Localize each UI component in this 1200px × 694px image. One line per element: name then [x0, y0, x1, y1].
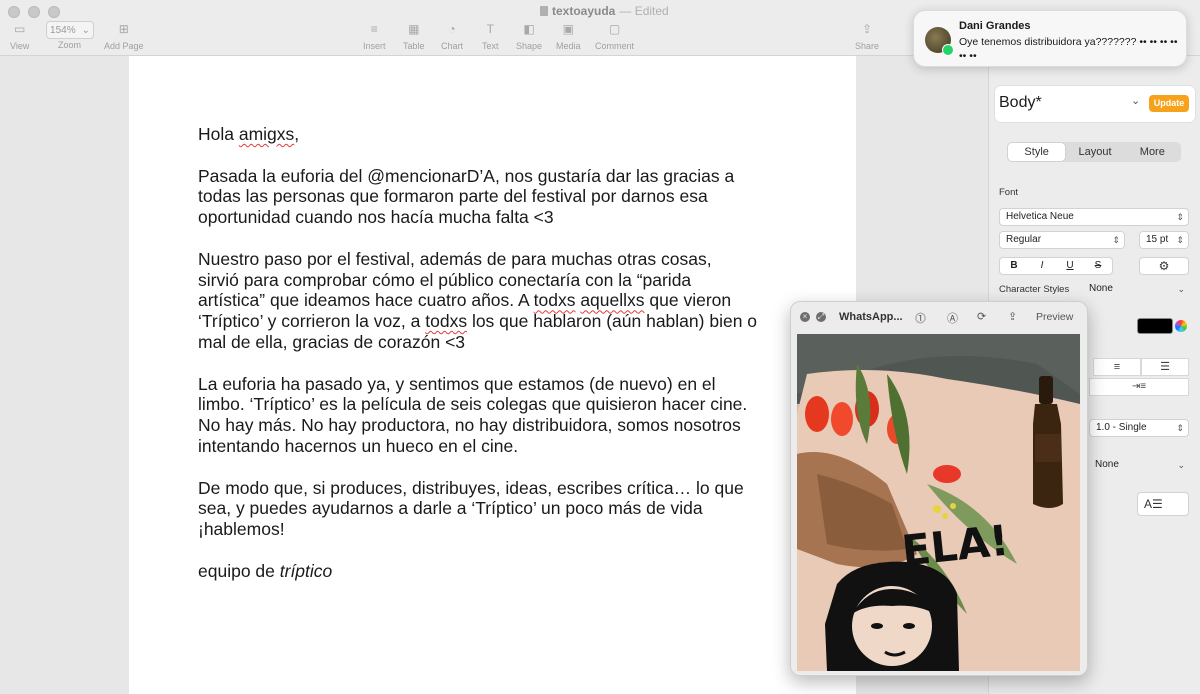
text-color-well[interactable] — [1137, 318, 1173, 334]
annotate-icon[interactable]: Ⓐ — [947, 310, 958, 326]
paragraph-3: La euforia ha pasado ya, y sentimos que … — [198, 373, 748, 456]
media-icon: ▣ — [562, 22, 574, 36]
notification-message: Oye tenemos distribuidora ya??????? •• •… — [959, 36, 1178, 62]
misspelled-word[interactable]: aquellxs — [580, 290, 644, 310]
close-window-button[interactable] — [8, 6, 20, 18]
share-button[interactable]: ⇪ Share — [855, 22, 879, 51]
chevron-down-icon: ⌄ — [1177, 284, 1185, 294]
justify-button[interactable]: ☰ — [1141, 358, 1189, 376]
paragraph-2: Nuestro paso por el festival, además de … — [198, 248, 758, 352]
markup-icon[interactable]: ⓵ — [915, 310, 926, 326]
paragraph-greeting: Hola amigxs, — [198, 124, 300, 144]
align-right-icon: ≡ — [1113, 361, 1121, 373]
misspelled-word[interactable]: todxs — [534, 290, 576, 310]
italic-button[interactable]: I — [1028, 258, 1056, 274]
sidebar-icon: ▭ — [14, 22, 26, 36]
justify-icon: ☰ — [1160, 361, 1170, 373]
add-page-button[interactable]: ⊞ Add Page — [104, 22, 144, 51]
zoom-select[interactable]: 154% ⌄ — [46, 21, 94, 39]
font-weight-select[interactable]: Regular ⇕ — [999, 231, 1125, 249]
list-style-button[interactable]: A☰ — [1137, 492, 1189, 516]
chevron-down-icon: ⌄ — [81, 24, 90, 36]
list-style-icon: A☰ — [1144, 497, 1163, 511]
misspelled-word[interactable]: todxs — [425, 311, 467, 331]
character-styles-label: Character Styles — [999, 284, 1070, 295]
color-wheel-icon[interactable] — [1175, 320, 1187, 332]
strikethrough-button[interactable]: S — [1084, 258, 1112, 274]
window-controls — [8, 6, 60, 18]
photo-image: ELA! — [797, 334, 1080, 671]
document-body[interactable]: Hola amigxs, Pasada la euforia del @menc… — [198, 124, 798, 602]
open-in-preview-button[interactable]: Preview — [1036, 311, 1073, 323]
document-name: textoayuda — [552, 4, 616, 18]
share-icon: ⇪ — [861, 22, 873, 36]
stepper-icon: ⇕ — [1176, 235, 1184, 245]
comment-icon: ▢ — [608, 22, 621, 36]
plus-square-icon: ⊞ — [118, 22, 129, 36]
window-title: textoayuda — Edited — [540, 4, 669, 18]
font-size-field[interactable]: 15 pt ⇕ — [1139, 231, 1189, 249]
table-icon: ▦ — [408, 22, 420, 36]
zoom-label-wrap: Zoom — [58, 40, 81, 50]
comment-button[interactable]: ▢ Comment — [595, 22, 634, 51]
updown-icon: ⇕ — [1176, 423, 1184, 433]
quick-look-window: × ⤢ WhatsApp... ⓵ Ⓐ ⟳ ⇪ Preview ELA! — [790, 301, 1088, 676]
paragraph-style-select[interactable]: Body* ⌄ Update — [995, 86, 1195, 122]
character-styles-select[interactable]: None ⌄ — [1083, 281, 1189, 299]
text-style-buttons: B I U S — [999, 257, 1113, 275]
view-button[interactable]: ▭ View — [10, 22, 29, 51]
bullets-select[interactable]: None ⌄ — [1089, 457, 1189, 475]
notification-sender: Dani Grandes — [959, 20, 1031, 32]
zoom-window-button[interactable] — [48, 6, 60, 18]
font-family-select[interactable]: Helvetica Neue ⇕ — [999, 208, 1189, 226]
paragraph-1: Pasada la euforia del @mencionarD’A, nos… — [198, 165, 735, 228]
updown-icon: ⇕ — [1176, 212, 1184, 222]
tab-more[interactable]: More — [1124, 142, 1181, 162]
indent-button[interactable]: ⇥≡ — [1089, 378, 1189, 396]
chart-button[interactable]: ◔ Chart — [441, 22, 463, 51]
whatsapp-icon — [942, 44, 954, 56]
chevron-down-icon: ⌄ — [1131, 95, 1141, 107]
gear-icon: ⚙ — [1158, 259, 1170, 273]
document-status: — Edited — [619, 4, 669, 18]
close-icon[interactable]: × — [800, 312, 810, 322]
text-button[interactable]: T Text — [482, 22, 499, 51]
tab-layout[interactable]: Layout — [1066, 142, 1123, 162]
text-options-button[interactable]: ⚙ — [1139, 257, 1189, 275]
table-button[interactable]: ▦ Table — [403, 22, 425, 51]
paragraph-signature: equipo de tríptico — [198, 560, 333, 581]
paragraph-4: De modo que, si produces, distribuyes, i… — [198, 477, 744, 540]
whatsapp-notification[interactable]: Dani Grandes Oye tenemos distribuidora y… — [913, 10, 1187, 67]
insert-button[interactable]: ≡ Insert — [363, 22, 386, 51]
shape-button[interactable]: ◧ Shape — [516, 22, 542, 51]
update-style-button[interactable]: Update — [1149, 95, 1189, 112]
preview-title: WhatsApp... — [839, 311, 903, 323]
chevron-down-icon: ⌄ — [1177, 460, 1185, 470]
inspector-tabs: Style Layout More — [1007, 142, 1181, 162]
indent-icon: ⇥≡ — [1131, 381, 1147, 392]
chart-icon: ◔ — [448, 22, 456, 36]
share-icon[interactable]: ⇪ — [1008, 310, 1017, 323]
tab-style[interactable]: Style — [1008, 143, 1066, 161]
insert-icon: ≡ — [370, 22, 378, 36]
updown-icon: ⇕ — [1112, 235, 1120, 245]
media-button[interactable]: ▣ Media — [556, 22, 581, 51]
underline-button[interactable]: U — [1056, 258, 1084, 274]
shape-icon: ◧ — [523, 22, 535, 36]
document-page[interactable]: Hola amigxs, Pasada la euforia del @menc… — [129, 56, 856, 694]
zoom-label: Zoom — [58, 40, 82, 50]
bold-button[interactable]: B — [1000, 258, 1028, 274]
align-right-button[interactable]: ≡ — [1093, 358, 1141, 376]
misspelled-word[interactable]: amigxs — [239, 124, 294, 144]
text-box-icon: T — [486, 22, 494, 36]
minimize-window-button[interactable] — [28, 6, 40, 18]
fullscreen-icon[interactable]: ⤢ — [816, 312, 826, 322]
rotate-icon[interactable]: ⟳ — [977, 310, 986, 323]
preview-titlebar: × ⤢ WhatsApp... ⓵ Ⓐ ⟳ ⇪ Preview — [791, 302, 1087, 332]
line-spacing-select[interactable]: 1.0 - Single ⇕ — [1089, 419, 1189, 437]
font-heading: Font — [999, 187, 1019, 198]
document-icon — [540, 6, 548, 16]
